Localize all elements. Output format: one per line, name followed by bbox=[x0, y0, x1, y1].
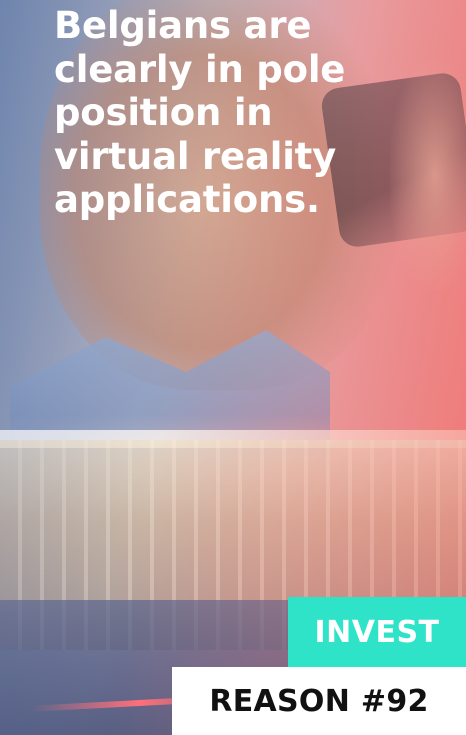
headline-line-5: applications. bbox=[54, 178, 320, 221]
invest-badge: INVEST bbox=[288, 597, 466, 667]
poster: Belgians are clearly in pole position in… bbox=[0, 0, 466, 735]
headline: Belgians are clearly in pole position in… bbox=[54, 4, 434, 222]
reason-badge: REASON #92 bbox=[172, 667, 466, 735]
headline-line-4: virtual reality bbox=[54, 134, 337, 178]
headline-line-2: clearly in pole bbox=[54, 47, 346, 91]
headline-line-1: Belgians are bbox=[54, 4, 312, 47]
headline-line-3: position in bbox=[54, 91, 273, 134]
